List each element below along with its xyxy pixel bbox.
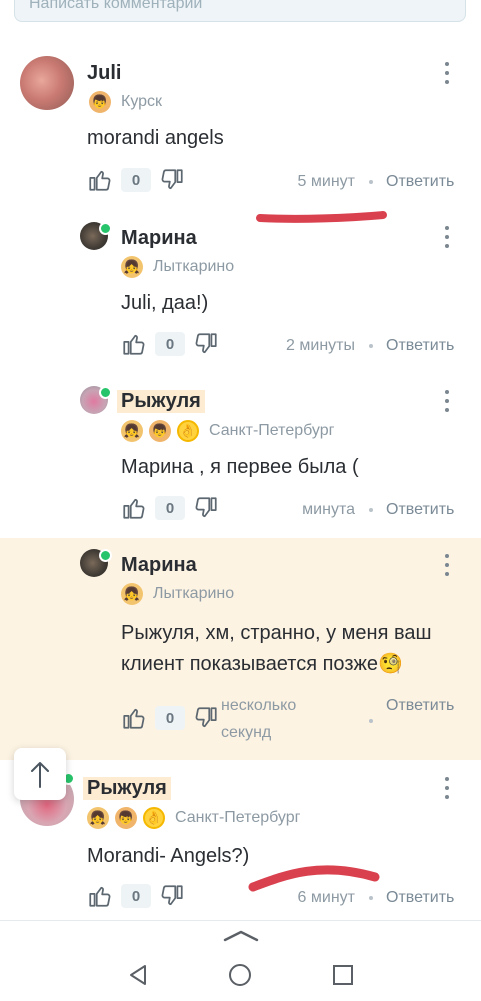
gold-badge-icon: 👌 xyxy=(177,420,199,442)
comment-meta: 👧 Лыткарино xyxy=(121,583,234,605)
more-options-icon[interactable] xyxy=(444,226,450,248)
comment-input[interactable]: Написать комментарий xyxy=(14,0,466,22)
comment-meta: 👧 👦 👌 Санкт-Петербург xyxy=(87,807,300,829)
circle-home-icon[interactable] xyxy=(228,963,252,987)
comment-author[interactable]: Марина xyxy=(121,227,197,250)
boy-badge-icon: 👦 xyxy=(115,807,137,829)
reply-link[interactable]: Ответить xyxy=(386,501,454,519)
comment-author[interactable]: Juli xyxy=(87,62,121,85)
girl-badge-icon: 👧 xyxy=(121,420,143,442)
separator-dot xyxy=(369,896,373,900)
reply-link[interactable]: Ответить xyxy=(386,889,454,907)
boy-badge-icon: 👦 xyxy=(149,420,171,442)
like-count: 0 xyxy=(121,168,151,192)
comment-city: Санкт-Петербург xyxy=(209,422,335,439)
comment-author[interactable]: Марина xyxy=(121,554,197,577)
vote-controls: 0 xyxy=(121,495,219,521)
comment-city: Лыткарино xyxy=(153,585,235,602)
comment-time-line: несколько xyxy=(221,697,297,714)
boy-badge-icon: 👦 xyxy=(89,91,111,113)
reply-link[interactable]: Ответить xyxy=(386,173,454,191)
comment-time: минута xyxy=(302,501,355,518)
comment-city: Курск xyxy=(121,93,163,110)
comment-city: Санкт-Петербург xyxy=(175,809,301,826)
comment-time: 5 минут xyxy=(297,173,355,190)
comment-text: Juli, даа!) xyxy=(121,292,209,314)
vote-controls: 0 xyxy=(121,331,219,357)
vote-controls: 0 xyxy=(121,705,219,731)
online-indicator xyxy=(99,222,112,235)
comment-text: Morandi- Angels?) xyxy=(87,845,250,867)
thumbs-down-icon[interactable] xyxy=(159,167,185,193)
scroll-to-top-button[interactable] xyxy=(14,748,66,800)
comment-meta: 👧 👦 👌 Санкт-Петербург xyxy=(121,420,334,442)
more-options-icon[interactable] xyxy=(444,62,450,84)
thumbs-up-icon[interactable] xyxy=(87,167,113,193)
comment-item: Рыжуля 👧 👦 👌 Санкт-Петербург Марина , я … xyxy=(0,372,481,532)
comment-text: morandi angels xyxy=(87,127,224,149)
thumbs-down-icon[interactable] xyxy=(193,705,219,731)
separator-dot xyxy=(369,719,373,723)
online-indicator xyxy=(99,549,112,562)
separator-dot xyxy=(369,180,373,184)
more-options-icon[interactable] xyxy=(444,390,450,412)
thumbs-up-icon[interactable] xyxy=(121,705,147,731)
comment-city: Лыткарино xyxy=(153,258,235,275)
comment-text-line: Рыжуля, хм, странно, у меня ваш xyxy=(121,622,432,644)
girl-badge-icon: 👧 xyxy=(87,807,109,829)
comment-meta: 👧 Лыткарино xyxy=(121,256,234,278)
comment-meta: 👦 Курск xyxy=(89,91,162,113)
comment-text-line: клиент показывается позже🧐 xyxy=(121,653,403,675)
system-navigation-bar xyxy=(0,920,481,1001)
separator-dot xyxy=(369,344,373,348)
comment-item: Рыжуля 👧 👦 👌 Санкт-Петербург Morandi- An… xyxy=(0,762,481,922)
like-count: 0 xyxy=(155,706,185,730)
girl-badge-icon: 👧 xyxy=(121,583,143,605)
online-indicator xyxy=(99,386,112,399)
more-options-icon[interactable] xyxy=(444,777,450,799)
separator-dot xyxy=(369,508,373,512)
girl-badge-icon: 👧 xyxy=(121,256,143,278)
comment-text: Марина , я первее была ( xyxy=(121,456,359,478)
comment-time-line: секунд xyxy=(221,724,272,741)
vote-controls: 0 xyxy=(87,167,185,193)
arrow-up-icon xyxy=(31,762,49,788)
vote-controls: 0 xyxy=(87,883,185,909)
thumbs-up-icon[interactable] xyxy=(121,331,147,357)
thumbs-down-icon[interactable] xyxy=(193,331,219,357)
comment-item: Марина 👧 Лыткарино Juli, даа!) 0 2 минут… xyxy=(0,210,481,370)
gold-badge-icon: 👌 xyxy=(143,807,165,829)
thumbs-up-icon[interactable] xyxy=(121,495,147,521)
thumbs-up-icon[interactable] xyxy=(87,883,113,909)
thumbs-down-icon[interactable] xyxy=(193,495,219,521)
avatar[interactable] xyxy=(20,56,74,110)
square-recents-icon[interactable] xyxy=(332,964,354,986)
comment-item-highlighted: Марина 👧 Лыткарино Рыжуля, хм, странно, … xyxy=(0,538,481,760)
triangle-back-icon[interactable] xyxy=(127,963,149,987)
annotation-underline xyxy=(248,865,380,892)
like-count: 0 xyxy=(121,884,151,908)
comment-item: Juli 👦 Курск morandi angels 0 5 минут От… xyxy=(0,40,481,210)
like-count: 0 xyxy=(155,496,185,520)
comment-time: 2 минуты xyxy=(286,337,355,354)
comment-input-placeholder: Написать комментарий xyxy=(29,0,203,12)
reply-link[interactable]: Ответить xyxy=(386,337,454,355)
chevron-up-icon[interactable] xyxy=(222,929,260,943)
comment-author[interactable]: Рыжуля xyxy=(117,390,205,413)
more-options-icon[interactable] xyxy=(444,554,450,576)
like-count: 0 xyxy=(155,332,185,356)
reply-link[interactable]: Ответить xyxy=(386,697,454,715)
comment-author[interactable]: Рыжуля xyxy=(83,777,171,800)
thumbs-down-icon[interactable] xyxy=(159,883,185,909)
